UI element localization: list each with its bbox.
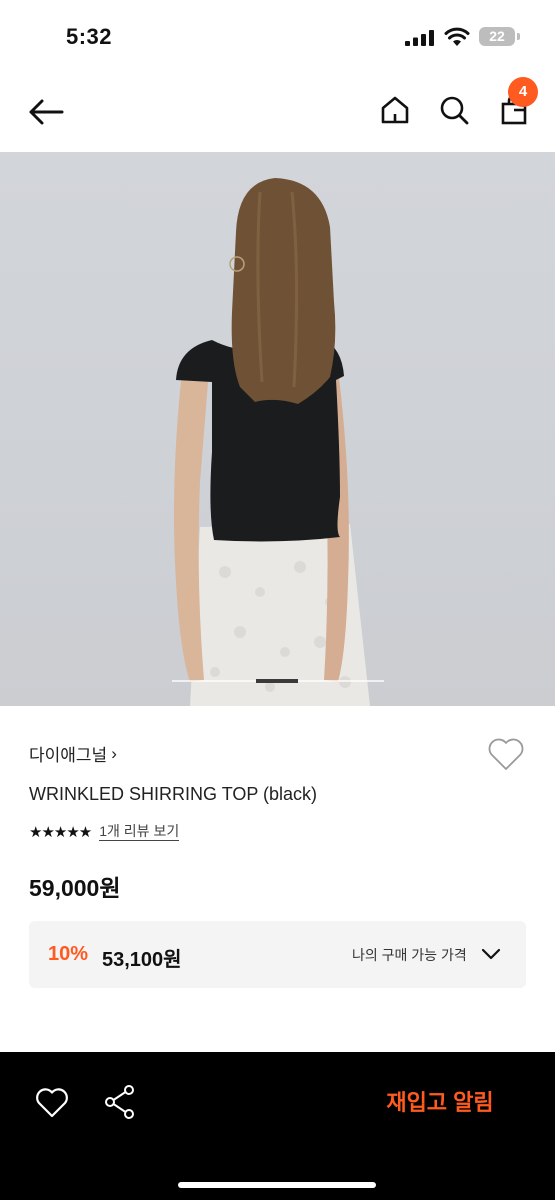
bottom-wishlist-button[interactable] [34, 1086, 70, 1120]
rating-stars: ★★★★★ [29, 824, 92, 841]
share-button[interactable] [103, 1084, 137, 1120]
product-image[interactable] [0, 152, 555, 706]
arrow-left-icon [29, 99, 64, 125]
home-indicator [178, 1182, 376, 1188]
app-header [0, 72, 555, 152]
search-icon [440, 96, 469, 125]
chevron-down-icon [481, 948, 501, 960]
bottom-action-bar: 재입고 알림 [0, 1052, 555, 1200]
battery-indicator: 22 [479, 27, 515, 46]
discount-rate: 10% [48, 943, 89, 965]
image-pager-indicator [256, 679, 298, 683]
status-time: 5:32 [66, 24, 113, 49]
discounted-price: 53,100원 [102, 949, 182, 971]
my-price-dropdown[interactable]: 10% 53,100원 나의 구매 가능 가격 [29, 921, 526, 988]
home-button[interactable] [375, 90, 415, 130]
wishlist-button[interactable] [486, 736, 526, 772]
back-button[interactable] [24, 92, 68, 132]
restock-alert-button[interactable]: 재입고 알림 [360, 1086, 520, 1120]
heart-outline-icon [36, 1088, 68, 1118]
brand-name: 다이애그널 [29, 746, 108, 765]
cart-count-badge: 4 [508, 77, 538, 107]
battery-cap [517, 33, 520, 40]
share-icon [105, 1085, 134, 1119]
brand-chevron: › [111, 743, 117, 763]
product-price: 59,000원 [29, 875, 121, 901]
home-icon [381, 96, 409, 124]
review-link[interactable]: 1개 리뷰 보기 [99, 823, 180, 841]
rating-row: ★★★★★ 1개 리뷰 보기 [29, 823, 180, 841]
wifi-icon [444, 27, 470, 46]
model-photo [174, 178, 370, 706]
heart-outline-icon [488, 738, 524, 770]
my-price-label: 나의 구매 가능 가격 [352, 947, 467, 963]
cellular-signal-icon [405, 30, 434, 46]
brand-link[interactable]: 다이애그널 › [29, 741, 117, 766]
status-bar: 5:32 22 [0, 0, 555, 72]
search-button[interactable] [434, 90, 474, 130]
product-title: WRINKLED SHIRRING TOP (black) [29, 784, 318, 804]
